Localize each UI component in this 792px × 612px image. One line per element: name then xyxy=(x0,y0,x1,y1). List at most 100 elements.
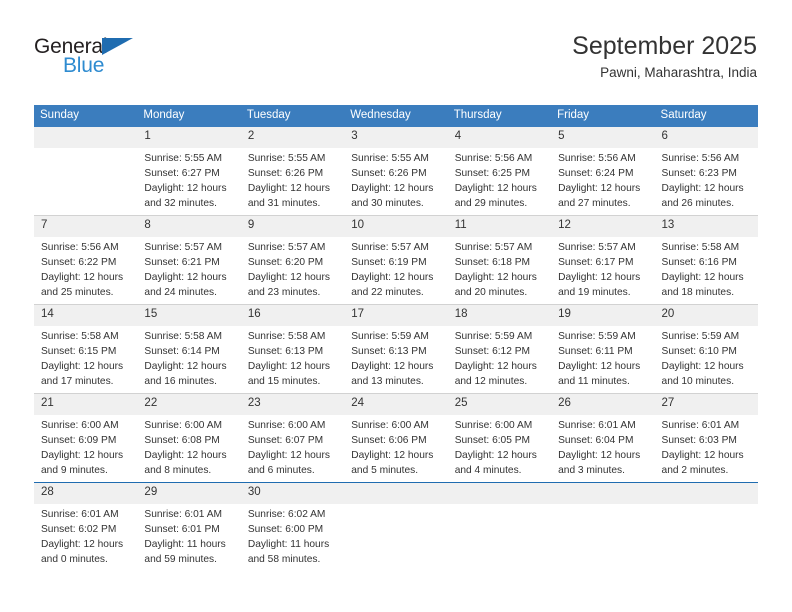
day-sun-info: Sunrise: 5:56 AM Sunset: 6:23 PM Daylight:… xyxy=(655,148,758,212)
calendar-day-cell[interactable]: 17 Sunrise: 5:59 AM Sunset: 6:13 PM Dayligh… xyxy=(344,304,448,394)
page-header: General Blue September 2025 Pawni, Mahar… xyxy=(34,32,757,94)
calendar-page: General Blue September 2025 Pawni, Mahar… xyxy=(0,0,792,612)
calendar-empty-cell xyxy=(447,482,552,572)
calendar-day-cell[interactable]: 21 Sunrise: 6:00 AM Sunset: 6:09 PM Dayligh… xyxy=(34,393,138,483)
day-number: 6 xyxy=(654,127,758,149)
calendar-day-cell[interactable]: 16 Sunrise: 5:58 AM Sunset: 6:13 PM Dayligh… xyxy=(240,304,345,394)
sunset-text: Sunset: 6:04 PM xyxy=(558,435,634,447)
calendar-day-cell[interactable]: 28 Sunrise: 6:01 AM Sunset: 6:02 PM Dayligh… xyxy=(34,482,138,572)
sunset-text: Sunset: 6:14 PM xyxy=(144,346,220,358)
calendar-day-cell[interactable]: 5 Sunrise: 5:56 AM Sunset: 6:24 PM Daylight… xyxy=(551,127,655,216)
calendar-day-cell[interactable]: 26 Sunrise: 6:01 AM Sunset: 6:04 PM Dayligh… xyxy=(551,393,655,483)
calendar-day-cell[interactable]: 27 Sunrise: 6:01 AM Sunset: 6:03 PM Dayligh… xyxy=(654,393,758,483)
calendar-day-cell[interactable]: 14 Sunrise: 5:58 AM Sunset: 6:15 PM Dayligh… xyxy=(34,304,138,394)
calendar-day-cell[interactable]: 2 Sunrise: 5:55 AM Sunset: 6:26 PM Daylight… xyxy=(240,127,345,216)
sunset-text: Sunset: 6:09 PM xyxy=(41,435,117,447)
daylight-text: Daylight: 12 hours xyxy=(661,361,744,373)
sunrise-text: Sunrise: 5:55 AM xyxy=(351,153,429,165)
calendar-day-cell[interactable]: 22 Sunrise: 6:00 AM Sunset: 6:08 PM Dayligh… xyxy=(137,393,241,483)
day-sun-info: Sunrise: 5:56 AM Sunset: 6:22 PM Daylight:… xyxy=(34,237,137,301)
day-sun-info: Sunrise: 6:00 AM Sunset: 6:08 PM Daylight:… xyxy=(137,415,240,479)
daylight-text-cont: and 4 minutes. xyxy=(454,465,522,477)
calendar-day-cell[interactable]: 7 Sunrise: 5:56 AM Sunset: 6:22 PM Daylight… xyxy=(34,215,138,305)
day-cell-inner: 23 Sunrise: 6:00 AM Sunset: 6:07 PM Dayligh… xyxy=(240,394,345,482)
calendar-day-cell[interactable]: 18 Sunrise: 5:59 AM Sunset: 6:12 PM Dayligh… xyxy=(447,304,552,394)
day-number: 28 xyxy=(34,483,138,505)
daylight-text: Daylight: 12 hours xyxy=(661,183,744,195)
calendar-day-cell[interactable]: 9 Sunrise: 5:57 AM Sunset: 6:20 PM Daylight… xyxy=(240,215,345,305)
daylight-text-cont: and 22 minutes. xyxy=(351,287,424,299)
daylight-text: Daylight: 12 hours xyxy=(454,450,537,462)
calendar-day-cell[interactable]: 29 Sunrise: 6:01 AM Sunset: 6:01 PM Dayligh… xyxy=(137,482,241,572)
logo-text-blue: Blue xyxy=(63,54,105,77)
calendar-day-cell[interactable]: 3 Sunrise: 5:55 AM Sunset: 6:26 PM Daylight… xyxy=(344,127,448,216)
sunset-text: Sunset: 6:23 PM xyxy=(661,168,737,180)
daylight-text: Daylight: 12 hours xyxy=(247,450,330,462)
calendar-day-cell[interactable]: 6 Sunrise: 5:56 AM Sunset: 6:23 PM Daylight… xyxy=(654,127,758,216)
daylight-text: Daylight: 12 hours xyxy=(144,272,227,284)
calendar-day-cell[interactable]: 13 Sunrise: 5:58 AM Sunset: 6:16 PM Dayligh… xyxy=(654,215,758,305)
sunset-text: Sunset: 6:19 PM xyxy=(351,257,427,269)
calendar-day-cell[interactable]: 1 Sunrise: 5:55 AM Sunset: 6:27 PM Daylight… xyxy=(137,127,241,216)
calendar-day-cell[interactable]: 24 Sunrise: 6:00 AM Sunset: 6:06 PM Dayligh… xyxy=(344,393,448,483)
calendar-day-cell[interactable]: 20 Sunrise: 5:59 AM Sunset: 6:10 PM Dayligh… xyxy=(654,304,758,394)
sunset-text: Sunset: 6:27 PM xyxy=(144,168,220,180)
day-number: 23 xyxy=(240,394,345,416)
calendar-day-cell[interactable]: 12 Sunrise: 5:57 AM Sunset: 6:17 PM Dayligh… xyxy=(551,215,655,305)
day-sun-info: Sunrise: 5:56 AM Sunset: 6:25 PM Daylight:… xyxy=(448,148,551,212)
sunrise-text: Sunrise: 5:58 AM xyxy=(41,331,119,343)
day-number: 1 xyxy=(137,127,241,149)
sunrise-text: Sunrise: 5:57 AM xyxy=(558,242,636,254)
calendar-day-cell[interactable]: 15 Sunrise: 5:58 AM Sunset: 6:14 PM Dayligh… xyxy=(137,304,241,394)
general-blue-logo[interactable]: General Blue xyxy=(34,36,204,86)
daylight-text: Daylight: 12 hours xyxy=(351,361,434,373)
daylight-text-cont: and 10 minutes. xyxy=(661,376,735,388)
sunrise-text: Sunrise: 6:00 AM xyxy=(454,420,533,432)
sunset-text: Sunset: 6:16 PM xyxy=(661,257,737,269)
calendar-day-cell[interactable]: 11 Sunrise: 5:57 AM Sunset: 6:18 PM Dayligh… xyxy=(447,215,552,305)
weekday-header-friday: Friday xyxy=(551,105,655,128)
calendar-empty-cell xyxy=(654,482,758,572)
daylight-text: Daylight: 12 hours xyxy=(661,272,744,284)
calendar-day-cell[interactable]: 25 Sunrise: 6:00 AM Sunset: 6:05 PM Dayligh… xyxy=(447,393,552,483)
day-number: 9 xyxy=(240,216,345,238)
sunrise-text: Sunrise: 6:00 AM xyxy=(41,420,119,432)
sunrise-text: Sunrise: 6:00 AM xyxy=(351,420,429,432)
daylight-text: Daylight: 12 hours xyxy=(247,272,330,284)
sunset-text: Sunset: 6:00 PM xyxy=(247,524,324,536)
day-cell-inner xyxy=(34,127,138,215)
day-cell-inner: 15 Sunrise: 5:58 AM Sunset: 6:14 PM Dayligh… xyxy=(137,305,241,393)
day-cell-inner: 12 Sunrise: 5:57 AM Sunset: 6:17 PM Dayligh… xyxy=(551,216,655,304)
day-cell-inner xyxy=(344,483,448,571)
calendar-day-cell[interactable]: 23 Sunrise: 6:00 AM Sunset: 6:07 PM Dayligh… xyxy=(240,393,345,483)
day-sun-info: Sunrise: 5:56 AM Sunset: 6:24 PM Daylight:… xyxy=(551,148,654,212)
sunrise-text: Sunrise: 5:58 AM xyxy=(661,242,740,254)
sunset-text: Sunset: 6:02 PM xyxy=(41,524,117,536)
daylight-text: Daylight: 12 hours xyxy=(351,450,434,462)
sunset-text: Sunset: 6:05 PM xyxy=(454,435,531,447)
calendar-day-cell[interactable]: 10 Sunrise: 5:57 AM Sunset: 6:19 PM Dayligh… xyxy=(344,215,448,305)
day-sun-info: Sunrise: 5:58 AM Sunset: 6:13 PM Daylight:… xyxy=(241,326,344,390)
calendar-day-cell[interactable]: 4 Sunrise: 5:56 AM Sunset: 6:25 PM Daylight… xyxy=(447,127,552,216)
daylight-text-cont: and 23 minutes. xyxy=(247,287,321,299)
day-cell-inner: 9 Sunrise: 5:57 AM Sunset: 6:20 PM Daylight… xyxy=(240,216,345,304)
daylight-text-cont: and 30 minutes. xyxy=(351,198,424,210)
calendar-week-row: 7 Sunrise: 5:56 AM Sunset: 6:22 PM Daylight… xyxy=(34,215,758,305)
day-sun-info: Sunrise: 5:57 AM Sunset: 6:19 PM Daylight:… xyxy=(344,237,447,301)
day-number: 20 xyxy=(654,305,758,327)
day-number: 16 xyxy=(240,305,345,327)
day-number: 17 xyxy=(344,305,448,327)
sunset-text: Sunset: 6:21 PM xyxy=(144,257,220,269)
day-number: 5 xyxy=(551,127,655,149)
day-sun-info: Sunrise: 5:55 AM Sunset: 6:27 PM Daylight:… xyxy=(137,148,240,212)
day-number: 4 xyxy=(447,127,552,149)
sunrise-text: Sunrise: 5:58 AM xyxy=(144,331,223,343)
day-cell-inner: 1 Sunrise: 5:55 AM Sunset: 6:27 PM Daylight… xyxy=(137,127,241,215)
calendar-day-cell[interactable]: 19 Sunrise: 5:59 AM Sunset: 6:11 PM Dayligh… xyxy=(551,304,655,394)
calendar-day-cell[interactable]: 8 Sunrise: 5:57 AM Sunset: 6:21 PM Daylight… xyxy=(137,215,241,305)
day-number: 26 xyxy=(551,394,655,416)
daylight-text: Daylight: 12 hours xyxy=(351,183,434,195)
sunset-text: Sunset: 6:03 PM xyxy=(661,435,737,447)
day-number: 13 xyxy=(654,216,758,238)
calendar-day-cell[interactable]: 30 Sunrise: 6:02 AM Sunset: 6:00 PM Dayligh… xyxy=(240,482,345,572)
